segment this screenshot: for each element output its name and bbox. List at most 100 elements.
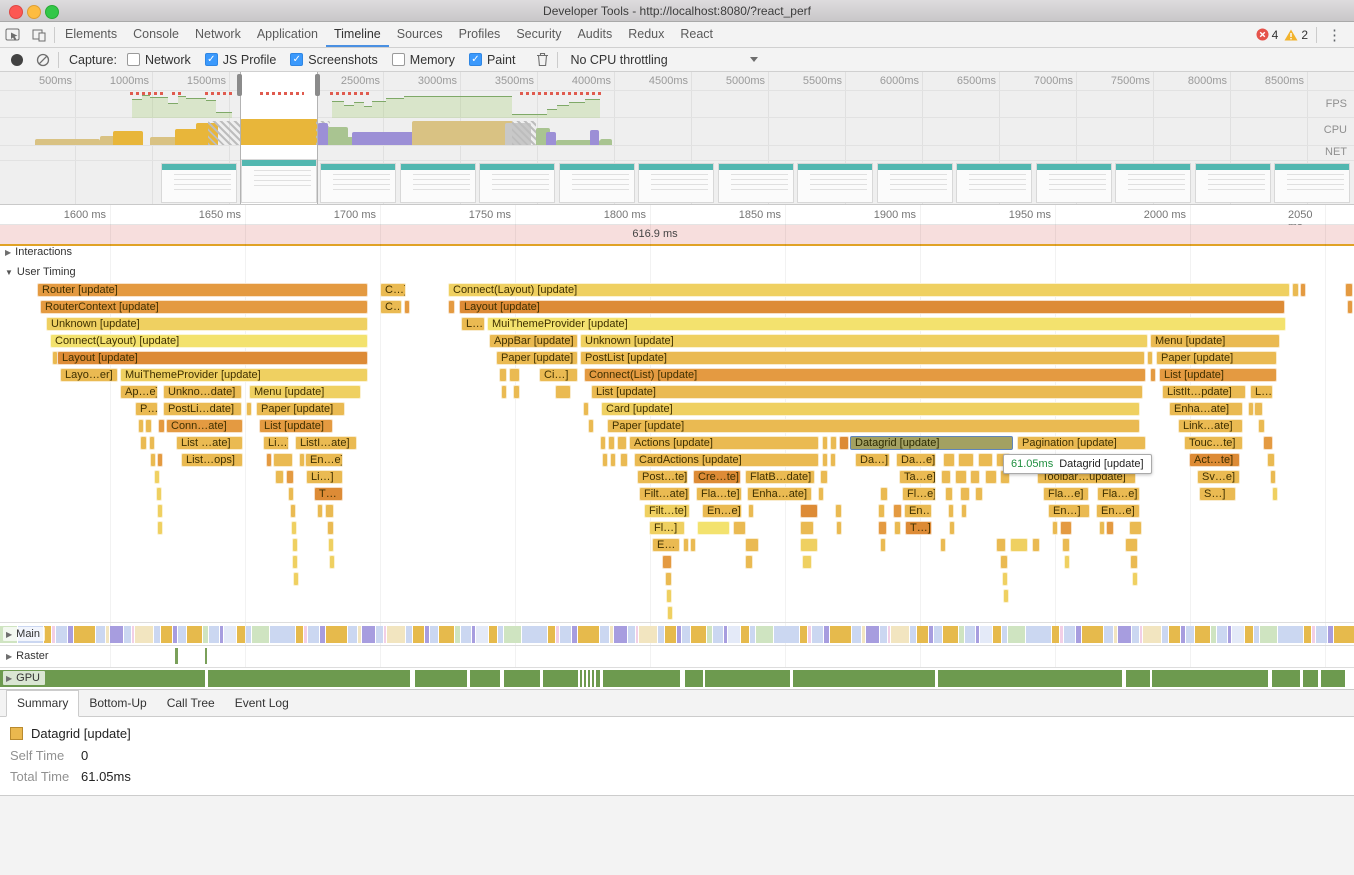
flame-bar[interactable] (513, 385, 520, 399)
flame-bar[interactable] (325, 504, 334, 518)
flame-bar[interactable] (800, 521, 814, 535)
flame-bar-layoer[interactable]: Layo…er] (60, 368, 118, 382)
flame-bar[interactable] (975, 487, 983, 501)
flame-bar-linkate[interactable]: Link…ate] (1178, 419, 1243, 433)
flame-bar[interactable] (149, 436, 155, 450)
flame-bar[interactable] (666, 589, 672, 603)
flame-bar-ene[interactable]: En…e] (305, 453, 343, 467)
flame-bar[interactable] (154, 470, 160, 484)
flame-bar[interactable] (1129, 521, 1142, 535)
flame-bar[interactable] (1003, 589, 1009, 603)
flame-bar-actionsupdate[interactable]: Actions [update] (629, 436, 819, 450)
flame-bar[interactable] (140, 436, 147, 450)
flame-bar[interactable] (501, 385, 507, 399)
flame-bar[interactable] (583, 402, 589, 416)
flame-bar[interactable] (894, 521, 901, 535)
flame-bar[interactable] (292, 555, 298, 569)
detail-tab-call-tree[interactable]: Call Tree (157, 691, 225, 716)
flame-bar[interactable] (1147, 351, 1153, 365)
flame-bar-layoutupdate[interactable]: Layout [update] (459, 300, 1285, 314)
flame-bar[interactable] (158, 419, 165, 433)
flame-bar-menuupdate[interactable]: Menu [update] (249, 385, 361, 399)
flame-bar[interactable] (555, 385, 571, 399)
flame-bar[interactable] (150, 453, 156, 467)
flame-bar[interactable] (949, 521, 955, 535)
flame-bar-li[interactable]: Li…] (263, 436, 289, 450)
gpu-track-header[interactable]: ▶ GPU (3, 671, 45, 685)
flame-bar-filtte[interactable]: Filt…te] (644, 504, 690, 518)
flame-bar[interactable] (617, 436, 627, 450)
flame-bar[interactable] (835, 504, 842, 518)
flame-bar-muithemeproviderupdate[interactable]: MuiThemeProvider [update] (120, 368, 368, 382)
flame-bar-listupdate[interactable]: List [update] (591, 385, 1143, 399)
flame-bar[interactable] (328, 538, 334, 552)
flame-bar-en[interactable]: En…] (904, 504, 932, 518)
flame-bar[interactable] (880, 538, 886, 552)
flame-bar[interactable] (996, 538, 1006, 552)
flame-bar[interactable] (948, 504, 954, 518)
flame-bar-listops[interactable]: List…ops] (181, 453, 243, 467)
flame-bar[interactable] (690, 538, 696, 552)
flame-bar[interactable] (156, 487, 162, 501)
flame-bar[interactable] (1000, 555, 1008, 569)
flame-bar-menuupdate[interactable]: Menu [update] (1150, 334, 1280, 348)
flame-bar[interactable] (1258, 419, 1265, 433)
flame-bar[interactable] (800, 504, 818, 518)
flame-bar-toucte[interactable]: Touc…te] (1184, 436, 1243, 450)
flame-bar-unknodate[interactable]: Unkno…date] (163, 385, 242, 399)
flame-bar-unknownupdate[interactable]: Unknown [update] (46, 317, 368, 331)
flame-bar-enhaate[interactable]: Enha…ate] (747, 487, 812, 501)
flame-bar[interactable] (588, 419, 594, 433)
flame-bar[interactable] (958, 453, 974, 467)
flame-bar-postlistupdate[interactable]: PostList [update] (580, 351, 1145, 365)
flame-bar[interactable] (138, 419, 144, 433)
flame-bar[interactable] (820, 470, 828, 484)
flame-bar[interactable] (1125, 538, 1138, 552)
flame-bar-flatbdate[interactable]: FlatB…date] (745, 470, 815, 484)
flame-bar-cardupdate[interactable]: Card [update] (601, 402, 1140, 416)
flame-bar[interactable] (667, 606, 673, 620)
flame-bar[interactable] (662, 555, 672, 569)
flame-bar[interactable] (1052, 521, 1058, 535)
flame-bar[interactable] (608, 436, 615, 450)
flame-bar-unknownupdate[interactable]: Unknown [update] (580, 334, 1148, 348)
flame-bar-paperupdate[interactable]: Paper [update] (607, 419, 1140, 433)
flame-bar-paperupdate[interactable]: Paper [update] (496, 351, 578, 365)
flame-bar[interactable] (1060, 521, 1072, 535)
flame-bar[interactable] (733, 521, 746, 535)
flame-bar[interactable] (1010, 538, 1028, 552)
flame-bar[interactable] (1130, 555, 1138, 569)
flame-bar-fl[interactable]: Fl…] (649, 521, 685, 535)
flame-bar-filtate[interactable]: Filt…ate] (639, 487, 690, 501)
flame-bar[interactable] (620, 453, 628, 467)
flame-bar-datagridupdate[interactable]: Datagrid [update] (850, 436, 1013, 450)
flame-bar-t[interactable]: T… (314, 487, 343, 501)
flame-bar[interactable] (499, 368, 507, 382)
flame-bar[interactable] (830, 453, 836, 467)
detail-tab-bottom-up[interactable]: Bottom-Up (79, 691, 156, 716)
flame-bar[interactable] (1267, 453, 1275, 467)
flame-bar-listupdate[interactable]: List [update] (259, 419, 333, 433)
main-thread-strip[interactable] (0, 626, 1354, 643)
flame-bar-postlidate[interactable]: PostLi…date] (163, 402, 242, 416)
flame-bar[interactable] (288, 487, 294, 501)
flame-bar[interactable] (878, 521, 887, 535)
flame-bar[interactable] (745, 555, 753, 569)
detail-tab-summary[interactable]: Summary (6, 690, 79, 717)
flame-bar-paperupdate[interactable]: Paper [update] (256, 402, 345, 416)
flame-bar[interactable] (800, 538, 818, 552)
flame-bar[interactable] (665, 572, 672, 586)
flame-bar[interactable] (509, 368, 520, 382)
flame-bar-paperupdate[interactable]: Paper [update] (1156, 351, 1277, 365)
main-track-header[interactable]: ▶ Main (3, 627, 45, 641)
flame-bar[interactable] (1062, 538, 1070, 552)
flame-bar[interactable] (961, 504, 967, 518)
flame-bar[interactable] (985, 470, 997, 484)
flame-bar[interactable] (293, 572, 299, 586)
flame-bar[interactable] (960, 487, 970, 501)
flame-bar[interactable] (1292, 283, 1299, 297)
flame-bar[interactable] (1270, 470, 1276, 484)
flame-bar[interactable] (273, 453, 293, 467)
flame-bar-listate[interactable]: List …ate] (176, 436, 243, 450)
flame-bar[interactable] (830, 436, 837, 450)
